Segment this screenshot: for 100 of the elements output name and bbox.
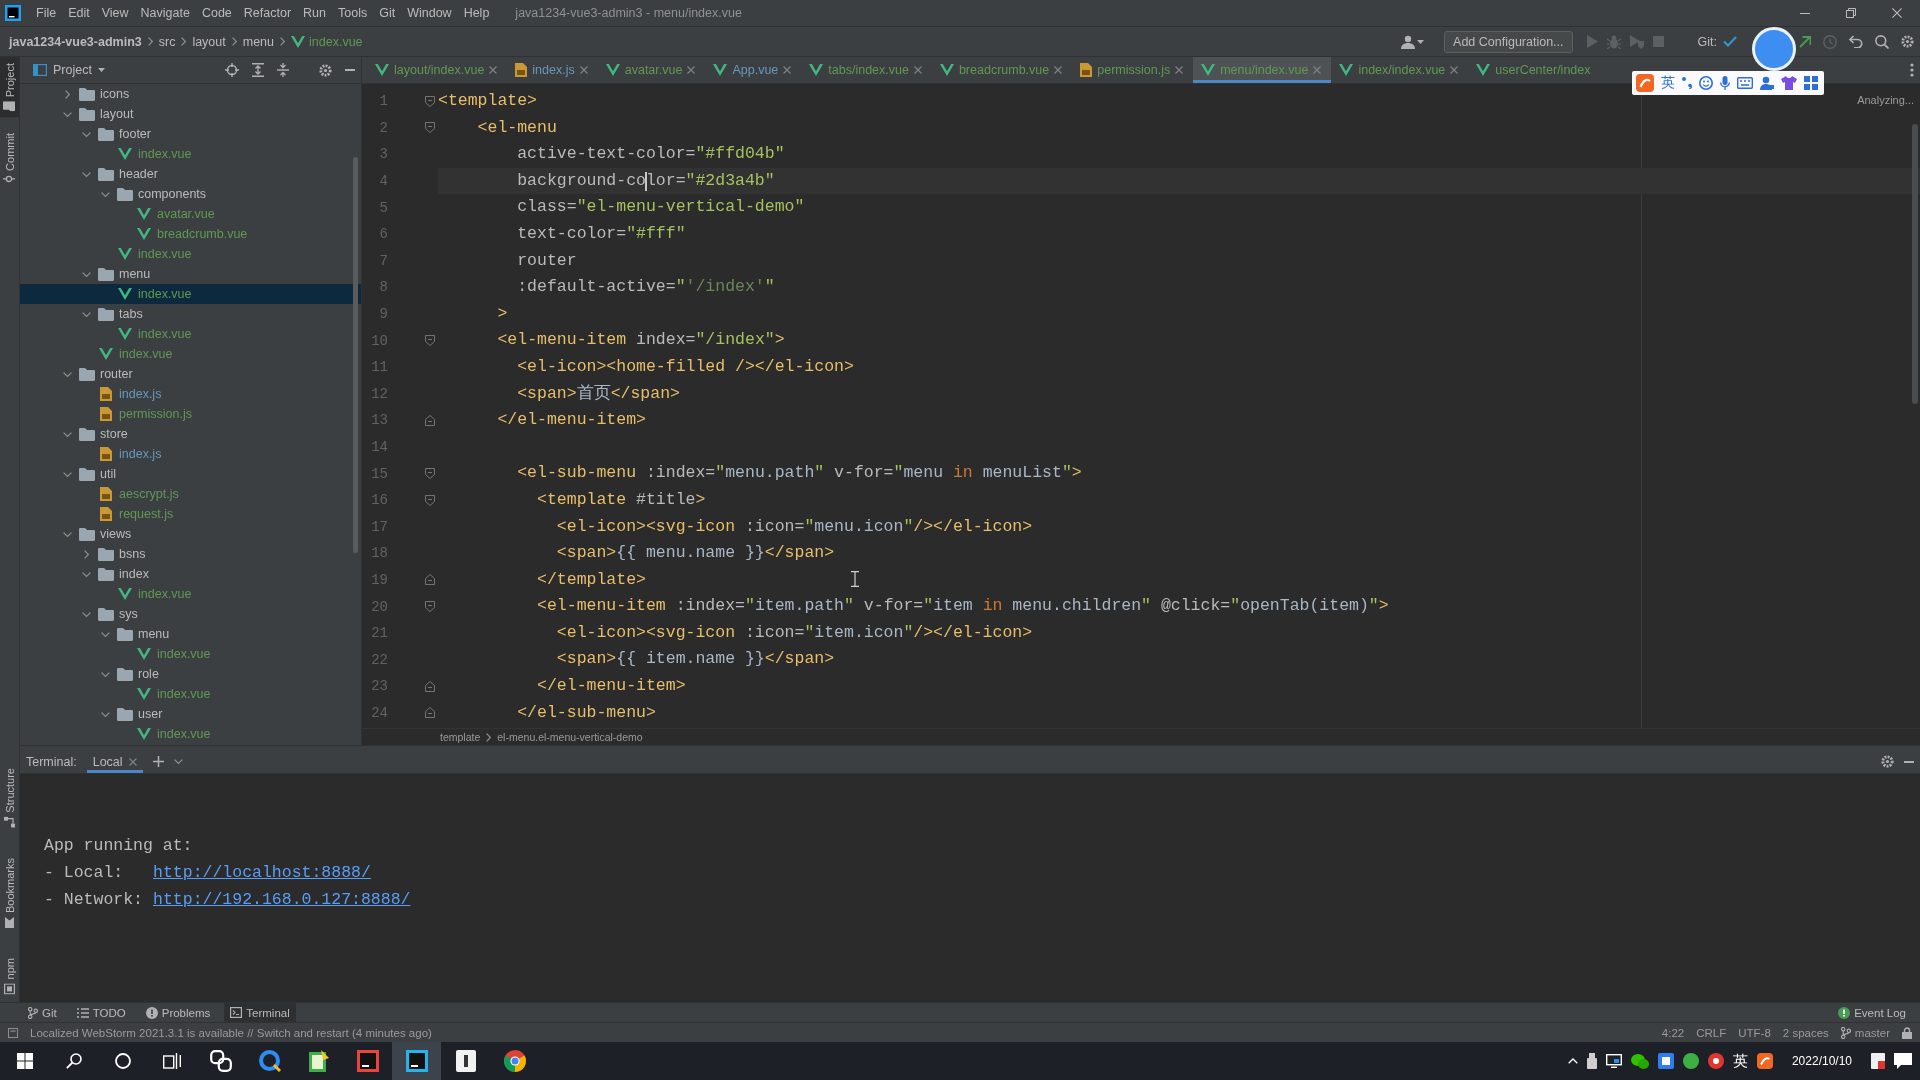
fold-marker-icon[interactable] bbox=[425, 335, 435, 347]
close-icon[interactable] bbox=[1892, 8, 1902, 18]
close-icon[interactable] bbox=[687, 66, 696, 74]
close-icon[interactable] bbox=[128, 757, 137, 766]
tree-item[interactable]: index.js bbox=[20, 384, 361, 404]
breadcrumb-item[interactable]: menu bbox=[242, 34, 275, 49]
close-icon[interactable] bbox=[1450, 66, 1459, 74]
tree-item[interactable]: views bbox=[20, 524, 361, 544]
info-circle-icon[interactable] bbox=[145, 1006, 158, 1019]
tree-item[interactable]: components bbox=[20, 184, 361, 204]
breadcrumb-item[interactable]: el-menu.el-menu-vertical-demo bbox=[497, 731, 643, 743]
user-icon[interactable] bbox=[1401, 34, 1416, 49]
tree-item[interactable]: store bbox=[20, 424, 361, 444]
status-item[interactable]: 4:22 bbox=[1661, 1026, 1685, 1039]
tool-window-button[interactable]: Git bbox=[22, 1003, 63, 1022]
plus-icon[interactable] bbox=[152, 756, 164, 767]
minimize-icon[interactable] bbox=[1800, 12, 1810, 14]
check-icon[interactable] bbox=[1723, 36, 1737, 47]
breadcrumb-item[interactable]: java1234-vue3-admin3 bbox=[9, 34, 142, 49]
tree-item[interactable]: user bbox=[20, 704, 361, 724]
punctuation-icon[interactable] bbox=[1682, 77, 1692, 89]
ime-mode-label[interactable]: 英 bbox=[1661, 74, 1675, 92]
tree-item[interactable]: menu bbox=[20, 264, 361, 284]
chevron-down-icon[interactable] bbox=[62, 111, 72, 117]
folder-icon[interactable] bbox=[3, 101, 16, 112]
chevron-down-icon[interactable] bbox=[81, 571, 91, 577]
tree-item[interactable]: request.js bbox=[20, 504, 361, 524]
tree-item[interactable]: layout bbox=[20, 104, 361, 124]
person-icon[interactable] bbox=[1760, 76, 1774, 90]
editor-tab[interactable]: avatar.vue bbox=[597, 57, 706, 83]
ide-app-icon[interactable] bbox=[405, 1050, 428, 1072]
menubar-entry[interactable]: Tools bbox=[332, 6, 374, 20]
tree-item[interactable]: footer bbox=[20, 124, 361, 144]
fold-marker-icon[interactable] bbox=[425, 494, 435, 506]
microphone-icon[interactable] bbox=[1720, 76, 1730, 90]
tree-item[interactable]: index.vue bbox=[20, 144, 361, 164]
keyboard-icon[interactable] bbox=[1737, 77, 1753, 89]
message-icon[interactable] bbox=[8, 1027, 18, 1038]
tool-window-tab[interactable]: Bookmarks bbox=[0, 851, 19, 934]
more-icon[interactable] bbox=[1910, 63, 1914, 77]
shirt-icon[interactable] bbox=[1781, 76, 1797, 90]
chevron-down-icon[interactable] bbox=[81, 131, 91, 137]
expand-all-icon[interactable] bbox=[252, 63, 264, 77]
tool-window-button[interactable]: Problems bbox=[139, 1003, 217, 1022]
ring-app-icon[interactable] bbox=[258, 1050, 281, 1072]
hide-icon[interactable] bbox=[1904, 760, 1914, 763]
menubar-entry[interactable]: Edit bbox=[62, 6, 96, 20]
close-icon[interactable] bbox=[1175, 66, 1184, 74]
status-item[interactable]: 2 spaces bbox=[1782, 1026, 1829, 1039]
tree-item[interactable]: bsns bbox=[20, 544, 361, 564]
chevron-down-icon[interactable] bbox=[62, 431, 72, 437]
chevron-down-icon[interactable] bbox=[100, 711, 110, 717]
fold-marker-icon[interactable] bbox=[425, 122, 435, 134]
chevron-down-icon[interactable] bbox=[100, 631, 110, 637]
close-icon[interactable] bbox=[489, 66, 498, 74]
fold-marker-icon[interactable] bbox=[425, 601, 435, 613]
terminal-icon[interactable] bbox=[230, 1007, 243, 1018]
terminal-tab[interactable]: Local bbox=[86, 750, 143, 773]
tree-item[interactable]: index.vue bbox=[20, 244, 361, 264]
chevron-down-icon[interactable] bbox=[81, 171, 91, 177]
circle-icon[interactable] bbox=[114, 1053, 131, 1069]
bookmark-icon[interactable] bbox=[5, 916, 14, 928]
ide-app-icon[interactable] bbox=[356, 1050, 379, 1072]
editor-tab[interactable]: permission.js bbox=[1072, 57, 1194, 83]
search-icon[interactable] bbox=[65, 1053, 82, 1069]
tree-item[interactable]: index.vue bbox=[20, 284, 361, 304]
status-message[interactable]: Localized WebStorm 2021.3.1 is available // Switch and restart (4 minutes ago) bbox=[30, 1026, 432, 1039]
settings-icon[interactable] bbox=[319, 63, 332, 77]
chevron-down-icon[interactable] bbox=[62, 371, 72, 377]
usb-drive-icon[interactable] bbox=[1586, 1053, 1597, 1069]
commit-icon[interactable] bbox=[3, 175, 16, 184]
breadcrumb-item[interactable]: index.vue bbox=[291, 34, 363, 49]
list-icon[interactable] bbox=[76, 1007, 89, 1018]
fold-marker-icon[interactable] bbox=[425, 95, 435, 107]
menubar-entry[interactable]: Refactor bbox=[237, 6, 298, 20]
monitor-icon[interactable] bbox=[1605, 1054, 1622, 1068]
panel-icon[interactable] bbox=[33, 64, 47, 76]
editor-tab[interactable]: layout/index.vue bbox=[367, 57, 508, 83]
breadcrumb-item[interactable]: template bbox=[440, 731, 481, 743]
chevron-up-icon[interactable] bbox=[1567, 1058, 1578, 1064]
fold-marker-icon[interactable] bbox=[425, 707, 435, 719]
knot-app-icon[interactable] bbox=[209, 1050, 232, 1072]
tree-item[interactable]: permission.js bbox=[20, 404, 361, 424]
tree-item[interactable]: avatar.vue bbox=[20, 204, 361, 224]
url-link[interactable]: http://192.168.0.127:8888/ bbox=[153, 890, 411, 909]
tree-item[interactable]: role bbox=[20, 664, 361, 684]
editor-tab[interactable]: App.vue bbox=[705, 57, 802, 83]
fold-marker-icon[interactable] bbox=[425, 680, 435, 692]
editor-tab[interactable]: tabs/index.vue bbox=[801, 57, 932, 83]
tool-window-tab[interactable]: npm bbox=[0, 951, 19, 1001]
fold-marker-icon[interactable] bbox=[425, 574, 435, 586]
tree-item[interactable]: index.vue bbox=[20, 644, 361, 664]
menubar-entry[interactable]: Run bbox=[297, 6, 332, 20]
menubar-entry[interactable]: Code bbox=[195, 6, 238, 20]
breadcrumb-item[interactable]: src bbox=[158, 34, 176, 49]
tree-item[interactable]: index.js bbox=[20, 444, 361, 464]
tool-window-button[interactable]: Terminal bbox=[224, 1003, 296, 1022]
editor-tab[interactable]: index/index.vue bbox=[1331, 57, 1469, 83]
task-view-icon[interactable] bbox=[162, 1053, 181, 1069]
close-icon[interactable] bbox=[1054, 66, 1063, 74]
